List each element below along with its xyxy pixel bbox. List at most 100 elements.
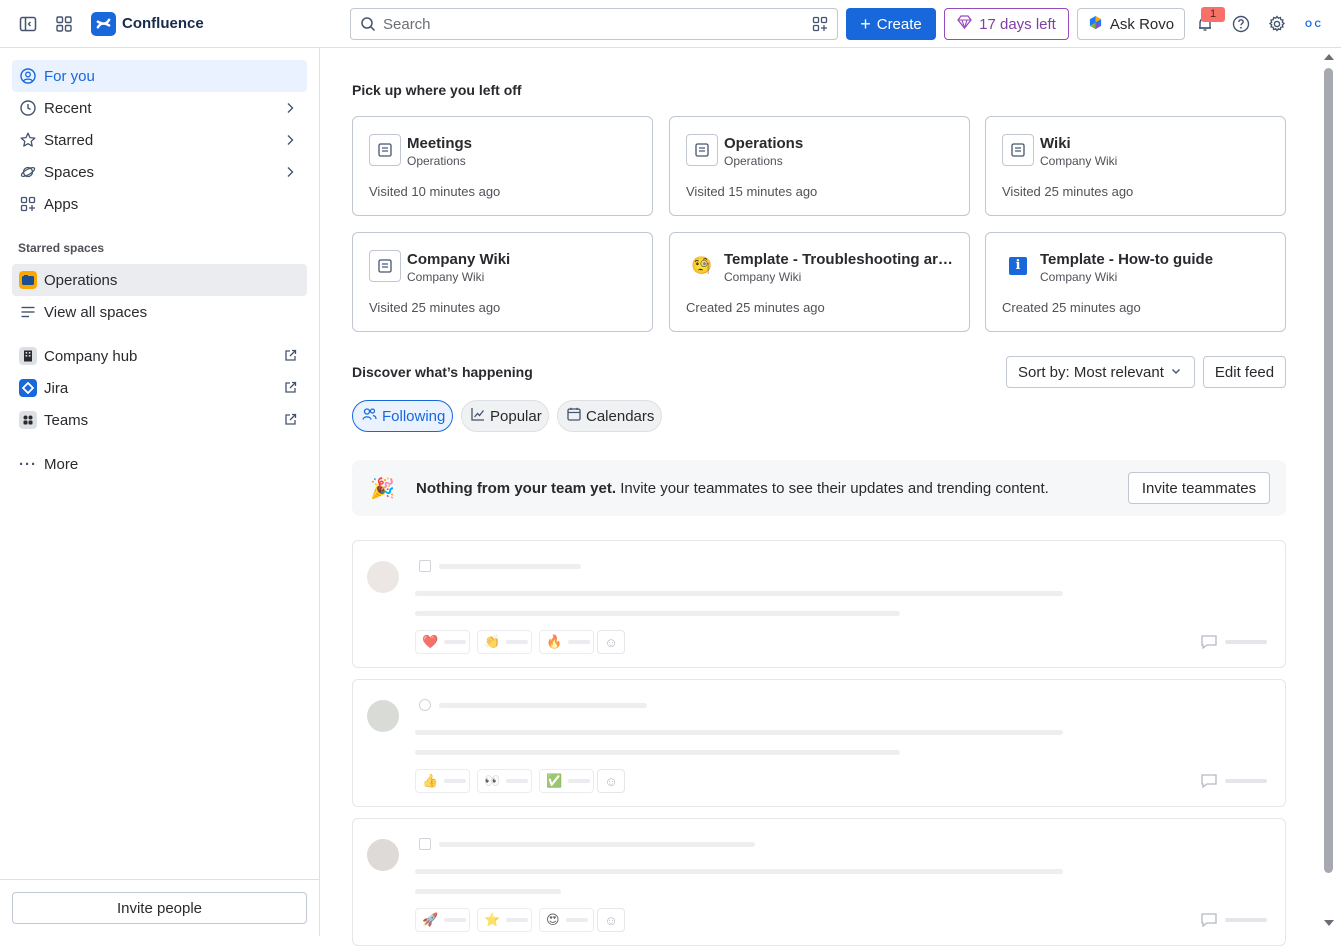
comment-icon[interactable] xyxy=(1201,635,1267,649)
page-icon xyxy=(419,560,431,572)
sidebar-item-starred[interactable]: Starred xyxy=(12,124,307,156)
tab-popular[interactable]: Popular xyxy=(461,400,549,432)
recent-card[interactable]: Meetings Operations Visited 10 minutes a… xyxy=(352,116,653,216)
sidebar-item-teams[interactable]: Teams xyxy=(12,404,307,436)
sidebar-item-apps[interactable]: Apps xyxy=(12,188,307,220)
recent-card[interactable]: i Template - How-to guide Company Wiki C… xyxy=(985,232,1286,332)
apps-grid-icon xyxy=(20,196,36,212)
settings-gear-icon[interactable] xyxy=(1265,12,1289,36)
sidebar-item-jira[interactable]: Jira xyxy=(12,372,307,404)
reaction[interactable]: 🚀 xyxy=(415,908,470,932)
avatar xyxy=(367,700,399,732)
card-visited: Created 25 minutes ago xyxy=(1002,300,1141,315)
reaction[interactable]: ❤️ xyxy=(415,630,470,654)
invite-people-button[interactable]: Invite people xyxy=(12,892,307,924)
add-reaction-icon[interactable]: ☺ xyxy=(597,769,625,793)
trial-days-left-button[interactable]: 17 days left xyxy=(944,8,1069,40)
sidebar-toggle-icon[interactable] xyxy=(16,12,40,36)
diamond-icon xyxy=(957,15,972,33)
starred-spaces-heading: Starred spaces xyxy=(18,241,105,255)
reaction[interactable]: 👀 xyxy=(477,769,532,793)
card-title: Template - How-to guide xyxy=(1040,251,1214,268)
skeleton-line xyxy=(415,611,900,616)
tab-calendars[interactable]: Calendars xyxy=(557,400,662,432)
sort-label: Sort by: Most relevant xyxy=(1018,363,1164,381)
create-button[interactable]: + Create xyxy=(846,8,936,40)
recent-card[interactable]: Company Wiki Company Wiki Visited 25 min… xyxy=(352,232,653,332)
skeleton-line xyxy=(415,750,900,755)
page-icon xyxy=(369,134,401,166)
sidebar-item-more[interactable]: ··· More xyxy=(12,448,307,480)
sidebar-item-operations-space[interactable]: Operations xyxy=(12,264,307,296)
reaction[interactable]: ✅ xyxy=(539,769,594,793)
page-icon xyxy=(369,250,401,282)
sidebar-item-label: Jira xyxy=(44,379,69,397)
external-link-icon[interactable] xyxy=(284,413,297,430)
rovo-label: Ask Rovo xyxy=(1109,15,1175,33)
building-icon xyxy=(19,347,37,365)
card-space: Operations xyxy=(407,154,466,168)
recent-card[interactable]: 🧐 Template - Troubleshooting art... Comp… xyxy=(669,232,970,332)
invite-teammates-button[interactable]: Invite teammates xyxy=(1128,472,1270,504)
sidebar-item-label: For you xyxy=(44,67,95,85)
sort-dropdown[interactable]: Sort by: Most relevant xyxy=(1006,356,1195,388)
reaction[interactable]: ⭐ xyxy=(477,908,532,932)
search-input[interactable]: Search xyxy=(350,8,838,40)
empty-feed-banner: 🎉 Nothing from your team yet. Invite you… xyxy=(352,460,1286,516)
confluence-logo-icon[interactable] xyxy=(91,12,116,36)
sidebar-item-label: Apps xyxy=(44,195,79,213)
list-icon xyxy=(20,304,36,320)
sidebar-item-label: View all spaces xyxy=(44,303,148,321)
discover-heading: Discover what’s happening xyxy=(352,364,533,380)
recent-card[interactable]: Wiki Company Wiki Visited 25 minutes ago xyxy=(985,116,1286,216)
plus-icon: + xyxy=(860,14,871,34)
sidebar-item-spaces[interactable]: Spaces xyxy=(12,156,307,188)
external-link-icon[interactable] xyxy=(284,349,297,366)
card-visited: Visited 25 minutes ago xyxy=(369,300,501,315)
sidebar-item-recent[interactable]: Recent xyxy=(12,92,307,124)
scrollbar-thumb[interactable] xyxy=(1324,68,1333,873)
operations-space-icon xyxy=(19,271,37,289)
avatar xyxy=(367,561,399,593)
reaction[interactable]: 😍 xyxy=(539,908,594,932)
scroll-up-icon xyxy=(1324,54,1334,60)
reaction[interactable]: 👍 xyxy=(415,769,470,793)
skeleton-line xyxy=(415,730,1063,735)
add-reaction-icon[interactable]: ☺ xyxy=(597,908,625,932)
user-avatar[interactable]: O C xyxy=(1300,11,1326,37)
recent-card[interactable]: Operations Operations Visited 15 minutes… xyxy=(669,116,970,216)
sidebar-item-for-you[interactable]: For you xyxy=(12,60,307,92)
app-switcher-icon[interactable] xyxy=(52,12,76,36)
help-icon[interactable] xyxy=(1229,12,1253,36)
scroll-down-icon xyxy=(1324,920,1334,926)
banner-message: Nothing from your team yet. Invite your … xyxy=(416,480,1049,497)
trial-label: 17 days left xyxy=(979,15,1056,33)
external-link-icon[interactable] xyxy=(284,381,297,398)
app-brand-name[interactable]: Confluence xyxy=(122,15,204,32)
skeleton-line xyxy=(415,591,1063,596)
edit-feed-button[interactable]: Edit feed xyxy=(1203,356,1286,388)
add-reaction-icon[interactable]: ☺ xyxy=(597,630,625,654)
search-filter-icon[interactable] xyxy=(812,16,828,35)
banner-bold-text: Nothing from your team yet. xyxy=(416,480,617,497)
table-icon xyxy=(419,838,431,850)
card-title: Operations xyxy=(724,135,804,152)
reaction[interactable]: 👏 xyxy=(477,630,532,654)
troubleshooting-emoji-icon: 🧐 xyxy=(686,250,718,282)
chevron-right-icon[interactable] xyxy=(283,165,297,183)
ask-rovo-button[interactable]: Ask Rovo xyxy=(1077,8,1185,40)
chevron-right-icon[interactable] xyxy=(283,133,297,151)
comment-icon[interactable] xyxy=(1201,913,1267,927)
sidebar-item-company-hub[interactable]: Company hub xyxy=(12,340,307,372)
reaction[interactable]: 🔥 xyxy=(539,630,594,654)
sidebar-item-label: Spaces xyxy=(44,163,95,181)
top-navigation-bar: Confluence Search + Create 17 days left … xyxy=(0,0,1341,48)
skeleton-line xyxy=(439,842,755,847)
more-dots-icon: ··· xyxy=(19,455,37,473)
sidebar-item-label: Teams xyxy=(44,411,89,429)
chevron-right-icon[interactable] xyxy=(283,101,297,119)
chevron-down-icon xyxy=(1170,364,1182,381)
tab-following[interactable]: Following xyxy=(352,400,453,432)
sidebar-item-view-all-spaces[interactable]: View all spaces xyxy=(12,296,307,328)
comment-icon[interactable] xyxy=(1201,774,1267,788)
